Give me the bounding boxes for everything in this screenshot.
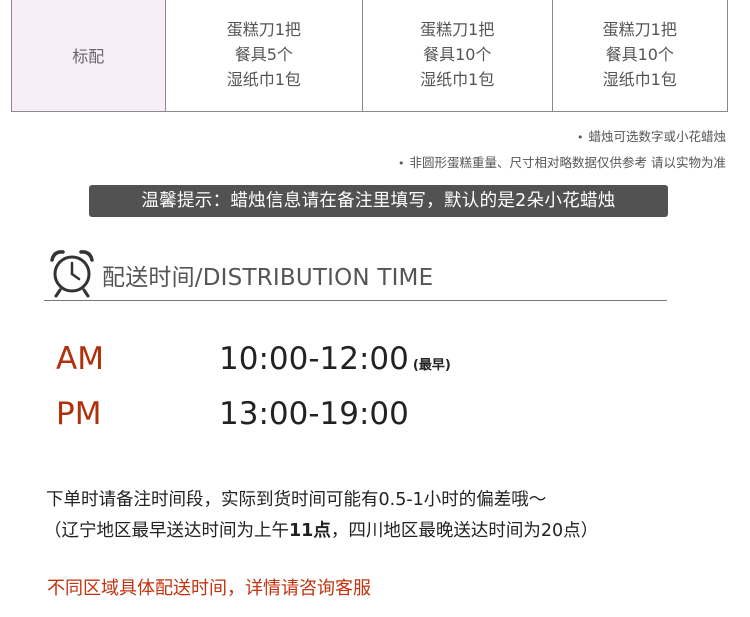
table-cell-2: 蛋糕刀1把 餐具10个 湿纸巾1包 bbox=[363, 0, 553, 111]
cell-3-line-3: 湿纸巾1包 bbox=[602, 70, 677, 89]
cell-1-line-3: 湿纸巾1包 bbox=[226, 70, 301, 89]
desc-line-2-c: ，四川地区最晚送达时间为20点） bbox=[330, 521, 599, 541]
cell-1-line-1: 蛋糕刀1把 bbox=[226, 20, 301, 39]
row-label-text: 标配 bbox=[72, 46, 105, 66]
cell-2-line-3: 湿纸巾1包 bbox=[420, 70, 495, 89]
note-candle: • 蜡烛可选数字或小花蜡烛 bbox=[398, 124, 726, 150]
bullet-icon: • bbox=[576, 131, 584, 144]
delivery-description-line-2: （辽宁地区最早送达时间为上午11点，四川地区最晚送达时间为20点） bbox=[44, 517, 598, 542]
alarm-clock-icon bbox=[50, 250, 94, 298]
am-time-text: 10:00-12:00 bbox=[219, 341, 409, 377]
cell-2-line-2: 餐具10个 bbox=[423, 45, 492, 64]
delivery-title: 配送时间/DISTRIBUTION TIME bbox=[102, 265, 434, 291]
delivery-section-header: 配送时间/DISTRIBUTION TIME bbox=[44, 243, 667, 301]
am-label: AM bbox=[56, 341, 104, 377]
note-size-text: 非圆形蛋糕重量、尺寸相对略数据仅供参考 请以实物为准 bbox=[409, 155, 726, 170]
notes-block: • 蜡烛可选数字或小花蜡烛 • 非圆形蛋糕重量、尺寸相对略数据仅供参考 请以实物为准 bbox=[398, 124, 726, 176]
earliest-note: (最早) bbox=[412, 358, 451, 373]
desc-line-2-a: （辽宁地区最早送达时间为上午 bbox=[44, 521, 289, 541]
table-cell-3: 蛋糕刀1把 餐具10个 湿纸巾1包 bbox=[553, 0, 728, 111]
delivery-description-line-1: 下单时请备注时间段，实际到货时间可能有0.5-1小时的偏差哦～ bbox=[46, 490, 547, 510]
note-size: • 非圆形蛋糕重量、尺寸相对略数据仅供参考 请以实物为准 bbox=[398, 150, 726, 176]
accessories-table: 标配 蛋糕刀1把 餐具5个 湿纸巾1包 蛋糕刀1把 餐具10个 湿纸巾1包 蛋糕… bbox=[11, 0, 728, 112]
pm-label: PM bbox=[56, 396, 102, 432]
cell-3-line-1: 蛋糕刀1把 bbox=[602, 20, 677, 39]
row-label-standard: 标配 bbox=[12, 0, 166, 111]
contact-service-note: 不同区域具体配送时间，详情请咨询客服 bbox=[47, 578, 371, 599]
bullet-icon: • bbox=[398, 157, 405, 170]
tip-banner: 温馨提示：蜡烛信息请在备注里填写，默认的是2朵小花蜡烛 bbox=[89, 185, 668, 217]
desc-line-2-bold: 11点 bbox=[289, 521, 331, 541]
cell-2-line-1: 蛋糕刀1把 bbox=[420, 20, 495, 39]
pm-time-range: 13:00-19:00 bbox=[219, 396, 409, 432]
am-time-range: 10:00-12:00 (最早) bbox=[219, 341, 451, 377]
cell-1-line-2: 餐具5个 bbox=[234, 45, 293, 64]
cell-3-line-2: 餐具10个 bbox=[605, 45, 674, 64]
table-cell-1: 蛋糕刀1把 餐具5个 湿纸巾1包 bbox=[166, 0, 364, 111]
note-candle-text: 蜡烛可选数字或小花蜡烛 bbox=[588, 129, 726, 144]
